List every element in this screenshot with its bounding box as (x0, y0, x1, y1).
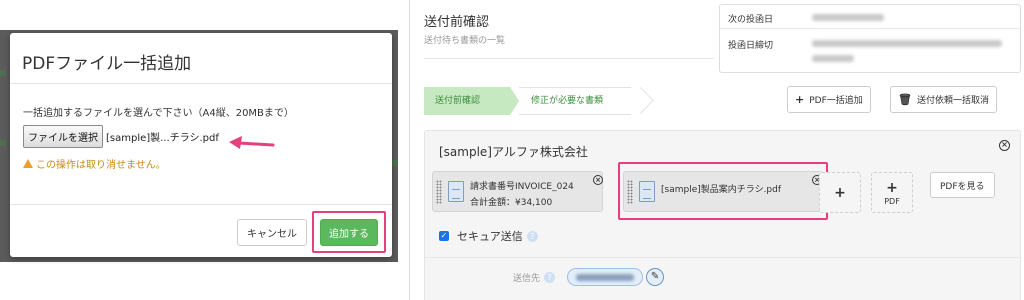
plus-icon: + (834, 185, 846, 201)
backdrop-hint (0, 70, 6, 76)
add-button-highlight: 追加する (312, 211, 386, 253)
step-arrow-outline (627, 87, 654, 114)
company-panel: [sample]アルファ株式会社 × 請求書番号INVOICE_024 合計金額… (424, 130, 1021, 300)
bulk-cancel-label: 送付依頼一括取消 (916, 96, 989, 106)
redacted-date (812, 14, 884, 21)
main-screen: 送付前確認 送付待ち書類の一覧 次の投函日 投函日締切 送付前確認 修正が必要な… (409, 0, 1024, 300)
posting-info-box: 次の投函日 投函日締切 (719, 4, 1021, 73)
step-arrow (510, 87, 519, 115)
edit-pencil-icon[interactable]: ✎ (646, 268, 665, 286)
plus-icon: + (886, 180, 898, 196)
pdf-bulk-add-modal: PDFファイル一括追加 一括追加するファイルを選んで下さい（A4縦、20MBまで… (10, 33, 392, 257)
remove-document-icon[interactable]: × (593, 175, 603, 185)
warning-text: この操作は取り消せません。 (36, 160, 166, 171)
secure-send-label: セキュア送信 (457, 230, 523, 243)
modal-body: 一括追加するファイルを選んで下さい（A4縦、20MBまで） ファイルを選択 [s… (10, 84, 392, 171)
destination-row: 送信先 ? ✎ (513, 268, 665, 286)
view-pdf-button[interactable]: PDFを見る (930, 172, 995, 198)
deadline-label: 投函日締切 (728, 41, 774, 51)
warning-icon (23, 159, 33, 168)
document-card-invoice[interactable]: 請求書番号INVOICE_024 合計金額：¥34,100 × (432, 171, 603, 212)
backdrop-hint (0, 140, 6, 146)
flyer-file-name: [sample]製品案内チラシ.pdf (661, 185, 782, 195)
help-icon[interactable]: ? (526, 230, 538, 242)
document-icon (448, 181, 464, 202)
redacted-deadline-2 (812, 55, 854, 62)
pink-arrow-icon (229, 136, 275, 149)
trash-icon: 🗑 (898, 93, 912, 106)
title-divider (424, 58, 714, 59)
invoice-number: 請求書番号INVOICE_024 (470, 182, 574, 192)
add-pdf-tile[interactable]: + PDF (871, 172, 913, 213)
redacted-deadline (812, 40, 1002, 47)
redacted-destination (576, 274, 635, 281)
invoice-total: 合計金額：¥34,100 (470, 198, 553, 208)
next-post-label: 次の投函日 (728, 15, 774, 25)
destination-chip[interactable] (567, 268, 644, 286)
modal-title: PDFファイル一括追加 (22, 54, 192, 74)
cancel-button[interactable]: キャンセル (237, 219, 307, 246)
modal-header: PDFファイル一括追加 (10, 33, 392, 84)
help-icon[interactable]: ? (544, 271, 556, 283)
pdf-tile-label: PDF (884, 197, 900, 206)
step-tab-pre-send[interactable]: 送付前確認 (424, 87, 510, 115)
add-document-tile[interactable]: + (819, 172, 861, 213)
document-icon (639, 181, 655, 202)
warning-row: この操作は取り消せません。 (23, 156, 392, 171)
document-card-flyer[interactable]: [sample]製品案内チラシ.pdf × (623, 171, 823, 212)
remove-company-icon[interactable]: × (999, 140, 1010, 151)
page-title: 送付前確認 (424, 15, 490, 30)
instruction-text: 一括追加するファイルを選んで下さい（A4縦、20MBまで） (23, 108, 294, 119)
page-subtitle: 送付待ち書類の一覧 (424, 36, 506, 46)
bulk-add-pdf-button[interactable]: + PDF一括追加 (787, 86, 871, 113)
choose-file-button[interactable]: ファイルを選択 (23, 125, 103, 148)
backdrop-hint (392, 160, 398, 166)
step-tab-needs-fix[interactable]: 修正が必要な書類 (519, 87, 631, 115)
bulk-add-pdf-label: PDF一括追加 (809, 96, 863, 106)
modal-footer: キャンセル 追加する (10, 204, 392, 253)
drag-handle-icon[interactable] (436, 180, 442, 204)
next-post-row: 次の投函日 (720, 5, 1020, 29)
destination-label: 送信先 (513, 273, 541, 284)
selected-file-name: [sample]製...チラシ.pdf (106, 133, 219, 144)
secure-send-row: ✓ セキュア送信 ? (439, 228, 538, 244)
file-input-row: ファイルを選択 [sample]製...チラシ.pdf (23, 125, 392, 148)
plus-icon: + (795, 93, 805, 106)
secure-send-checkbox[interactable]: ✓ (439, 231, 449, 241)
modal-screenshot: PDFファイル一括追加 一括追加するファイルを選んで下さい（A4縦、20MBまで… (0, 0, 398, 300)
add-button[interactable]: 追加する (320, 219, 378, 246)
bulk-cancel-button[interactable]: 🗑 送付依頼一括取消 (890, 86, 997, 113)
drag-handle-icon[interactable] (627, 180, 633, 204)
destination-divider (425, 257, 1020, 258)
company-name: [sample]アルファ株式会社 (439, 145, 588, 159)
